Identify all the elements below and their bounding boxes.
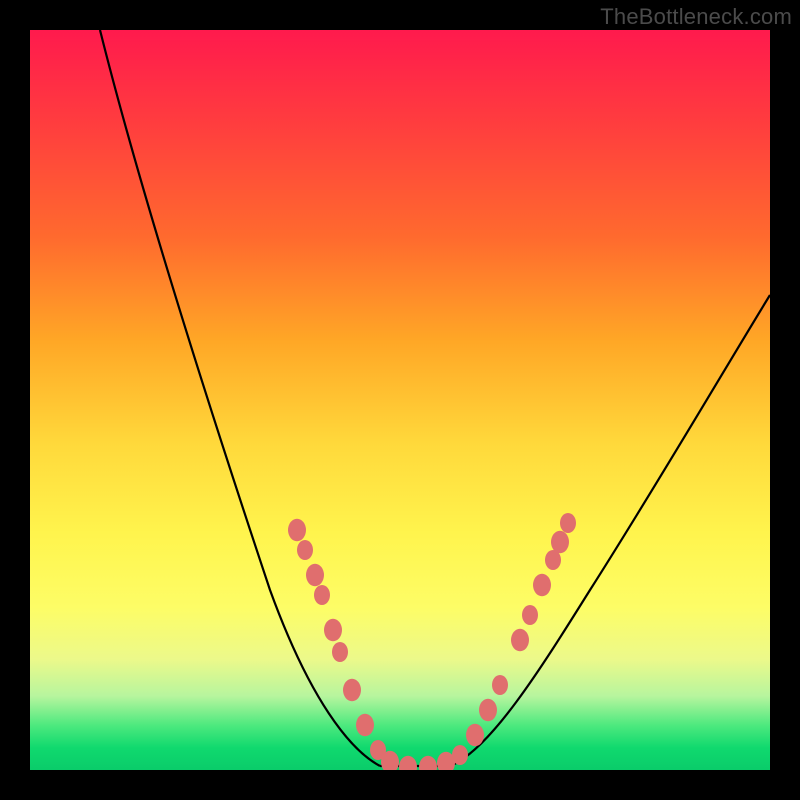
data-marker xyxy=(306,564,324,587)
watermark-text: TheBottleneck.com xyxy=(600,4,792,30)
data-marker xyxy=(332,642,348,662)
data-marker xyxy=(466,724,484,747)
bottleneck-curve-right xyxy=(450,295,770,766)
data-marker xyxy=(324,619,342,642)
data-marker xyxy=(551,531,569,554)
chart-frame xyxy=(30,30,770,770)
data-marker xyxy=(452,745,468,765)
data-marker xyxy=(356,714,374,737)
chart-svg xyxy=(30,30,770,770)
data-marker xyxy=(511,629,529,652)
markers-group xyxy=(288,513,576,770)
data-marker xyxy=(522,605,538,625)
data-marker xyxy=(297,540,313,560)
data-marker xyxy=(314,585,330,605)
data-marker xyxy=(492,675,508,695)
data-marker xyxy=(479,699,497,722)
data-marker xyxy=(419,756,437,770)
data-marker xyxy=(560,513,576,533)
data-marker xyxy=(533,574,551,597)
data-marker xyxy=(343,679,361,702)
data-marker xyxy=(288,519,306,542)
data-marker xyxy=(399,756,417,770)
